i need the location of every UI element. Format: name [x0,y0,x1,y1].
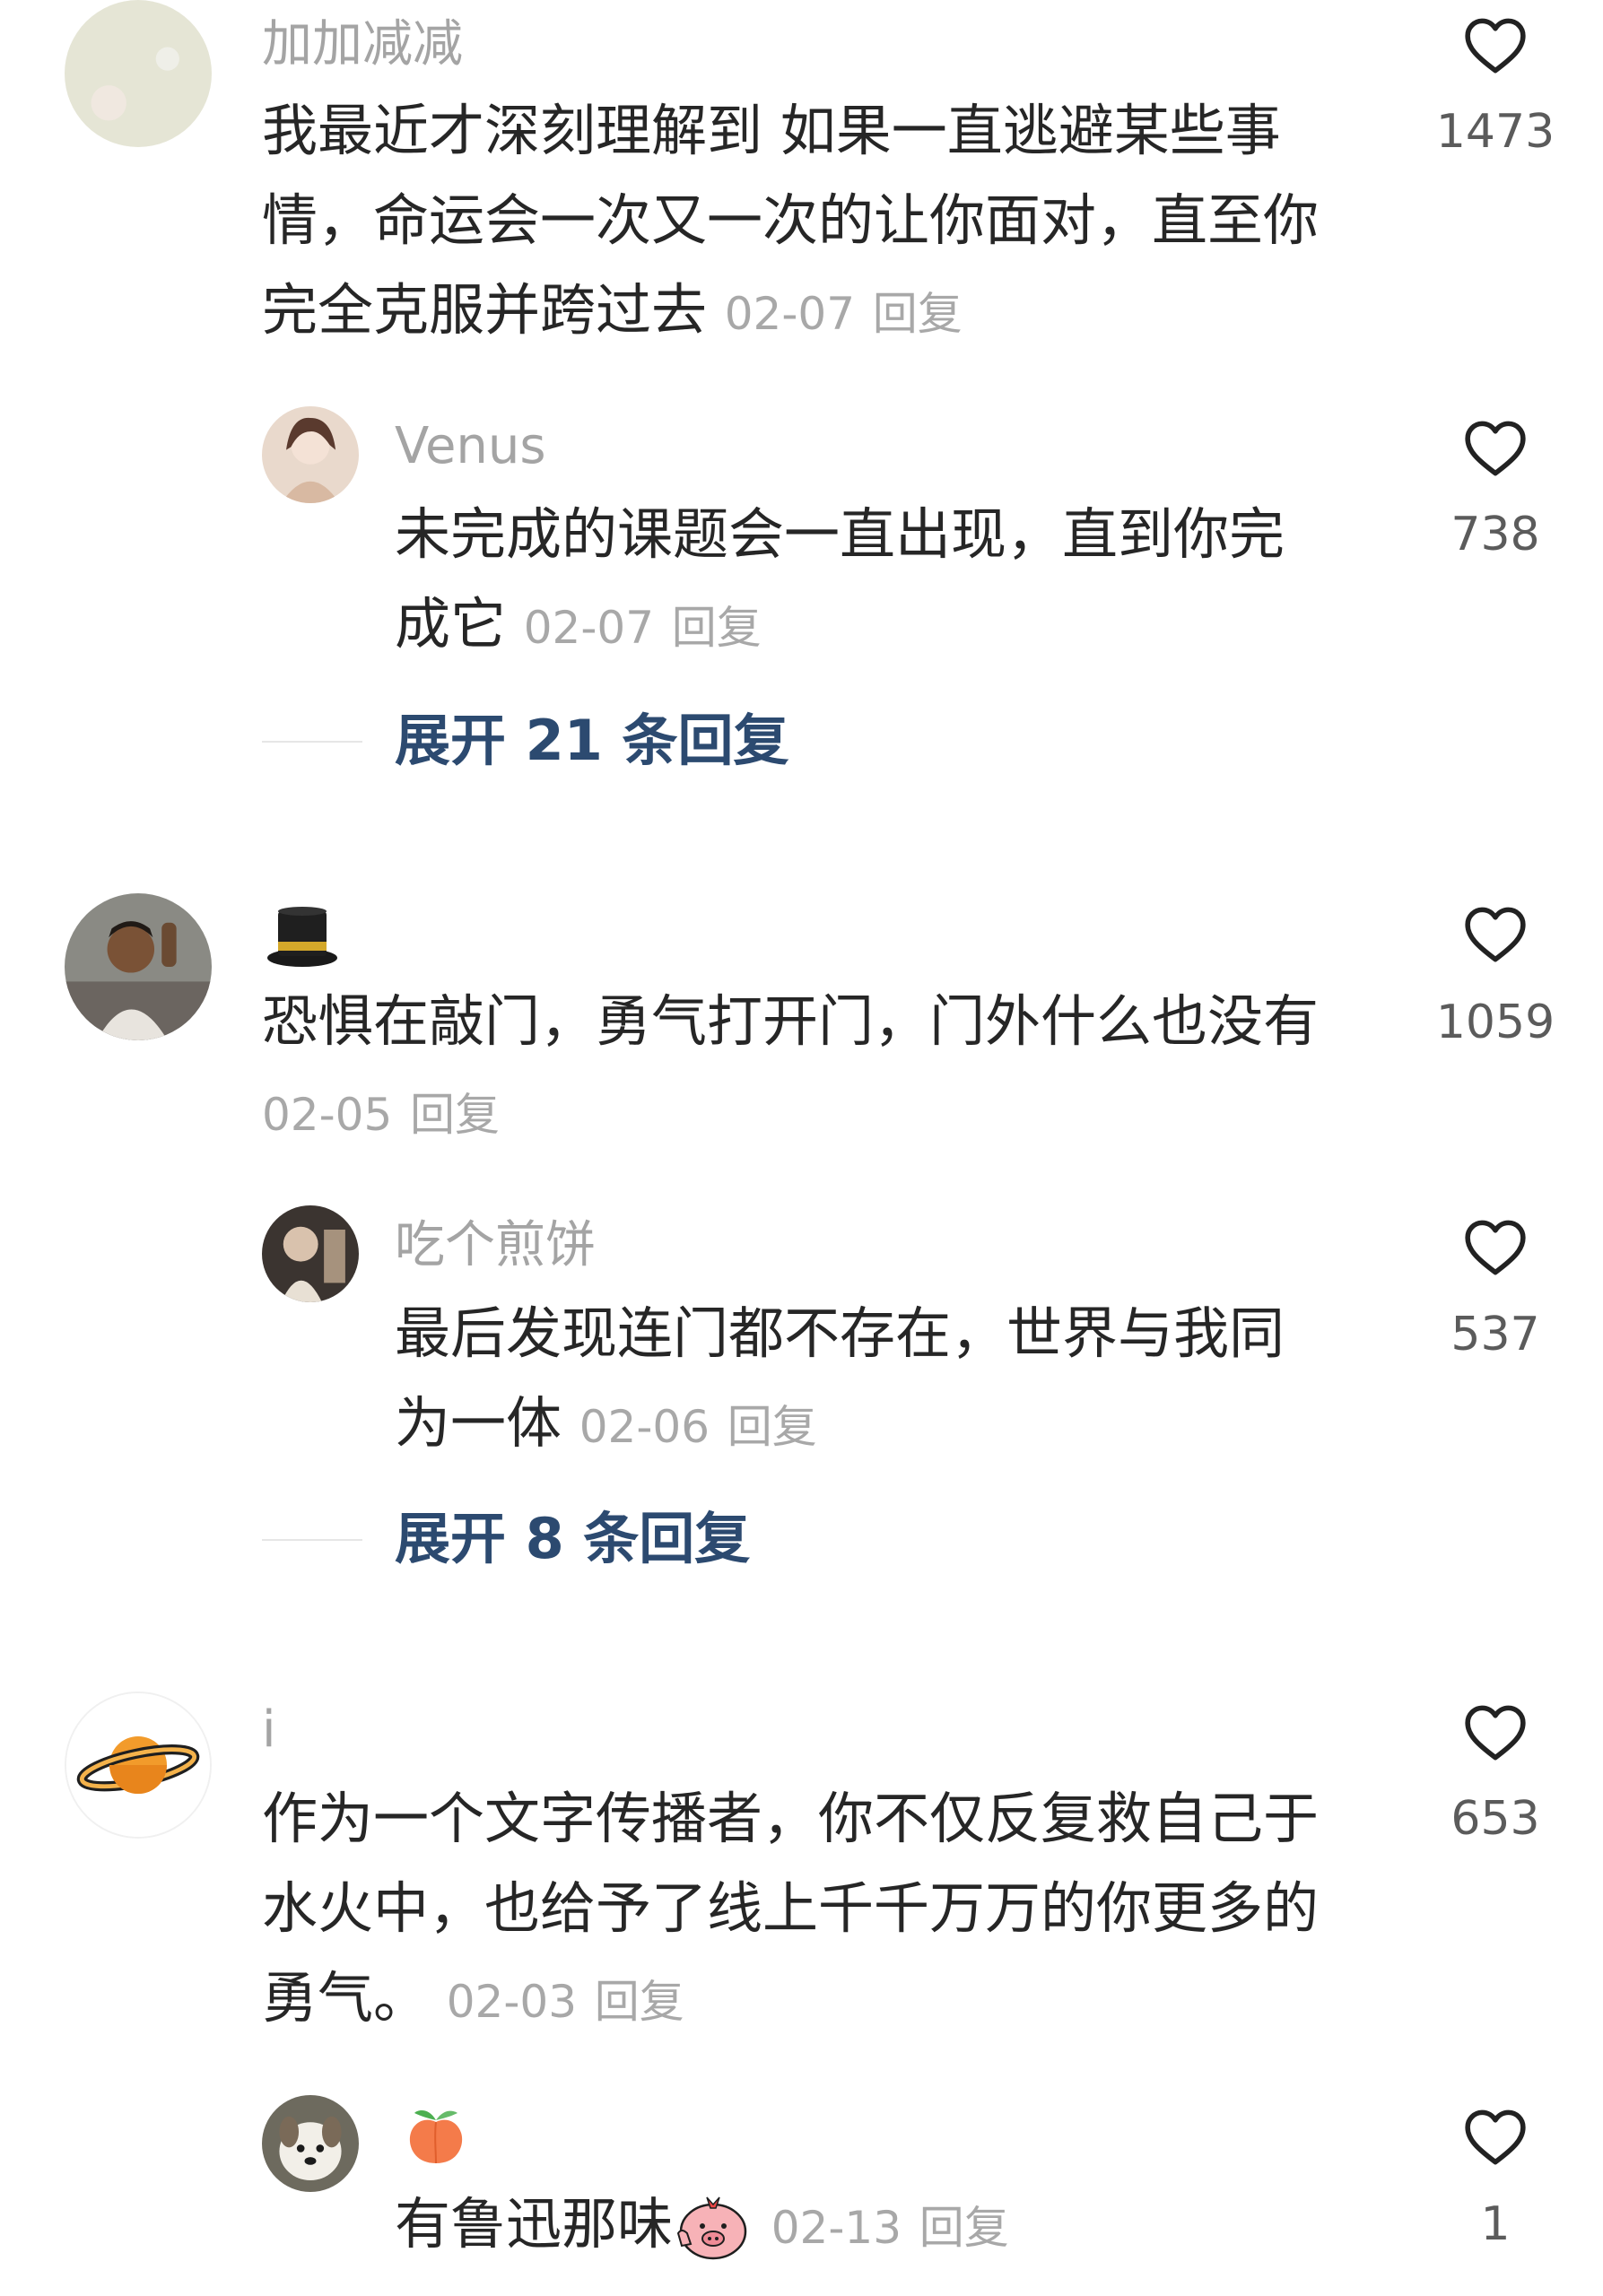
reply-button[interactable]: 回复 [595,1976,684,2028]
comment-meta-line: 02-05 回复 [262,1066,1428,1160]
like-button[interactable] [1460,900,1530,970]
reply-button[interactable]: 回复 [873,288,963,340]
comment-date: 02-13 [771,2202,902,2254]
expand-replies-button[interactable]: 展开 8 条回复 [395,1503,750,1575]
user-avatar[interactable] [262,2095,359,2192]
comment-text-tail: 为一体 [395,1390,562,1456]
comment-date: 02-06 [579,1401,710,1453]
user-avatar[interactable] [262,406,359,503]
comment-text: 作为一个文字传播者，你不仅反复救自己于 水火中，也给予了线上千千万万的你更多的 … [262,1774,1428,2047]
comment-text-line: 为一体 02-06 回复 [395,1378,1381,1472]
like-count: 1 [1480,2197,1511,2251]
comment-text: 未完成的课题会一直出现，直到你完 成它 02-07 回复 [395,490,1381,673]
like-button[interactable] [1460,1213,1530,1283]
comment-text-line: 恐惧在敲门，勇气打开门，门外什么也没有 [262,988,1320,1054]
comment-text-tail: 完全克服并跨过去 [262,277,708,343]
comment-text: 我最近才深刻理解到 如果一直逃避某些事 情，命运会一次又一次的让你面对，直至你 … [262,86,1419,359]
like-button[interactable] [1460,11,1530,81]
comment-text-line: 作为一个文字传播者，你不仅反复救自己于 [262,1786,1320,1851]
comment-text-line: 勇气。 02-03 回复 [262,1953,1428,2047]
comment-username[interactable]: Venus [395,415,546,478]
comment-date: 02-03 [446,1976,578,2028]
comment-text-tail: 勇气。 [262,1965,430,2031]
like-count: 1473 [1435,105,1555,159]
comment-text-line: 成它 02-07 回复 [395,579,1381,673]
comment-text-line: 我最近才深刻理解到 如果一直逃避某些事 [262,98,1281,163]
comment-text: 有鲁迅那味 02-13 回复 [395,2179,1381,2273]
like-button[interactable] [1460,1698,1530,1768]
comment-text-line: 有鲁迅那味 02-13 回复 [395,2179,1381,2273]
like-count: 653 [1451,1792,1540,1846]
like-count: 537 [1451,1308,1540,1361]
user-avatar[interactable] [65,893,212,1040]
comment-username[interactable]: 加加减减 [262,13,463,76]
user-avatar[interactable] [65,0,212,147]
heart-outline-icon [1460,2102,1530,2172]
pig-thumbs-up-icon [673,2192,754,2264]
comment-username[interactable]: 吃个煎饼 [395,1214,596,1277]
comment-text: 最后发现连门都不存在，世界与我同 为一体 02-06 回复 [395,1289,1381,1472]
top-hat-icon [266,904,339,969]
like-count: 1059 [1435,996,1555,1049]
comment-date: 02-07 [523,602,655,654]
comment-text-line: 水火中，也给予了线上千千万万的你更多的 [262,1875,1320,1941]
comment-username[interactable]: i [262,1699,276,1761]
reply-button[interactable]: 回复 [727,1401,817,1453]
comment-text-line: 最后发现连门都不存在，世界与我同 [395,1300,1285,1366]
like-button[interactable] [1460,413,1530,483]
comment-text-line: 未完成的课题会一直出现，直到你完 [395,501,1285,567]
like-count: 738 [1451,508,1540,561]
comment-text-line: 完全克服并跨过去 02-07 回复 [262,265,1419,359]
user-avatar[interactable] [262,1205,359,1302]
expand-divider [262,741,362,743]
comment-date: 02-05 [262,1089,393,1141]
comment-text: 恐惧在敲门，勇气打开门，门外什么也没有 02-05 回复 [262,977,1428,1160]
peach-icon [402,2100,470,2169]
heart-outline-icon [1460,1698,1530,1768]
heart-outline-icon [1460,413,1530,483]
user-avatar[interactable] [65,1692,212,1839]
reply-button[interactable]: 回复 [919,2202,1009,2254]
heart-outline-icon [1460,900,1530,970]
heart-outline-icon [1460,11,1530,81]
expand-divider [262,1539,362,1541]
like-button[interactable] [1460,2102,1530,2172]
expand-replies-button[interactable]: 展开 21 条回复 [395,705,788,777]
comment-date: 02-07 [724,288,856,340]
heart-outline-icon [1460,1213,1530,1283]
reply-button[interactable]: 回复 [672,602,762,654]
comment-text-tail: 成它 [395,591,507,657]
reply-button[interactable]: 回复 [410,1089,500,1141]
comment-text-line: 情，命运会一次又一次的让你面对，直至你 [262,187,1320,253]
comment-text-tail: 有鲁迅那味 [395,2191,674,2257]
